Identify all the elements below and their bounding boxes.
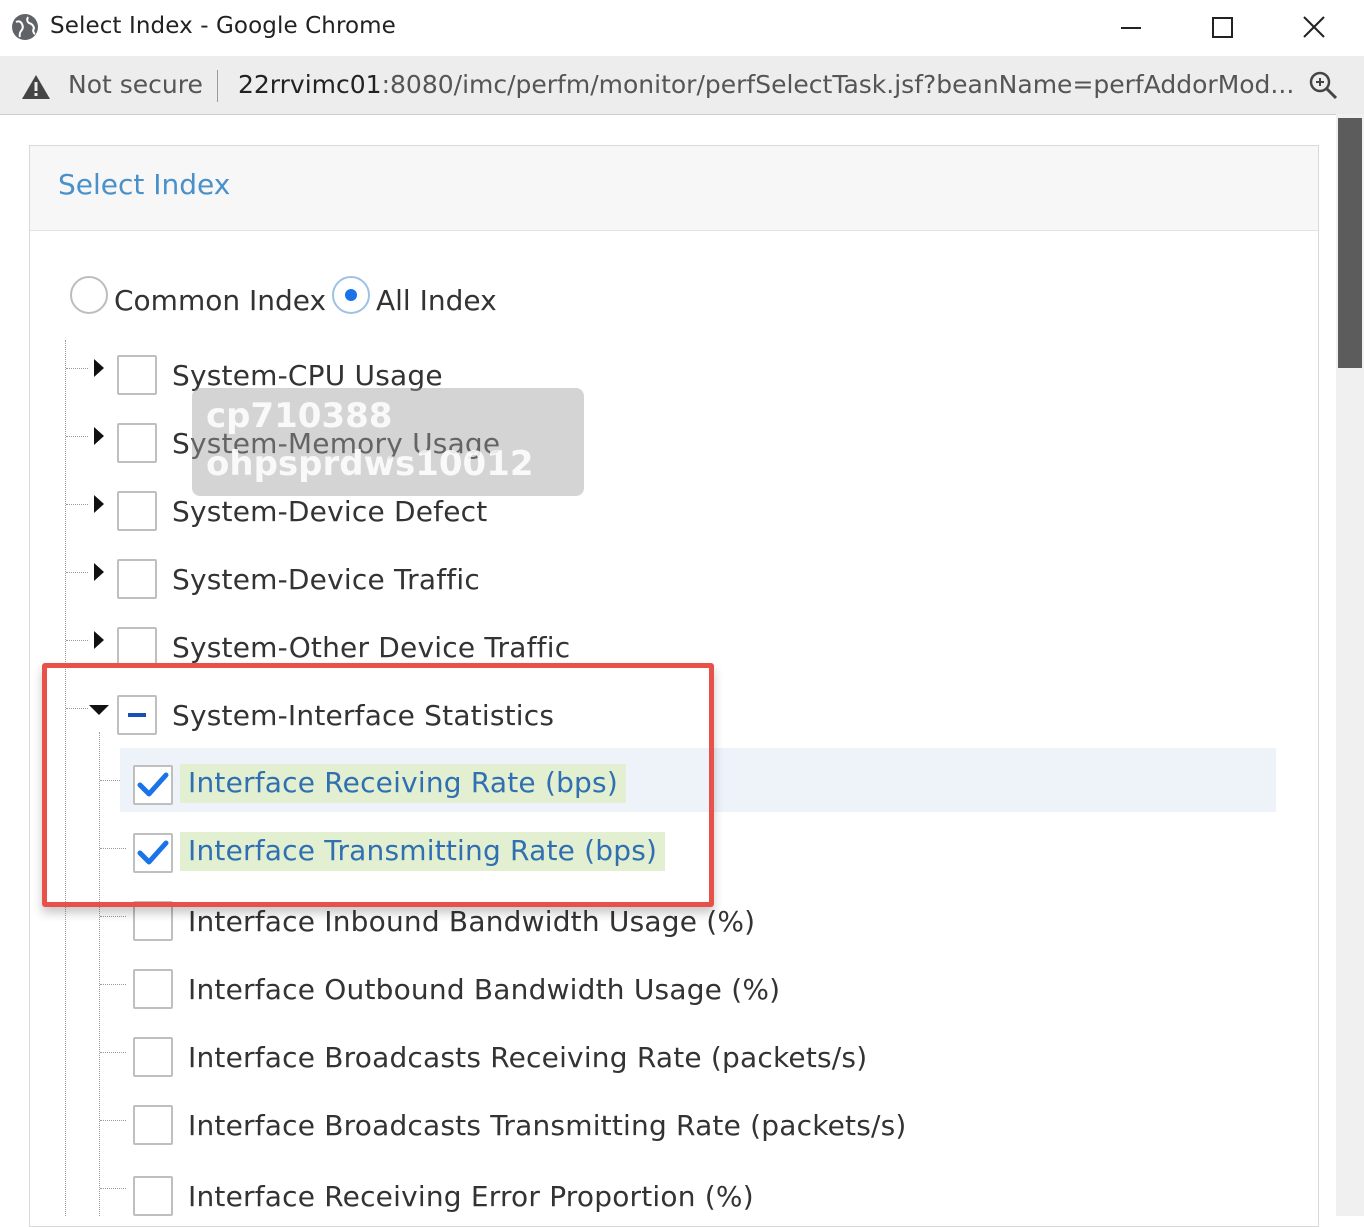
tree-checkbox[interactable]: [117, 627, 157, 667]
tree-node-system-device-traffic[interactable]: System-Device Traffic: [0, 554, 800, 602]
highlight-callout-box: [42, 663, 714, 907]
maximize-button[interactable]: [1202, 8, 1242, 48]
tree-child-label[interactable]: Interface Broadcasts Receiving Rate (pac…: [188, 1041, 867, 1074]
tree-child-label[interactable]: Interface Broadcasts Transmitting Rate (…: [188, 1109, 907, 1142]
warning-icon[interactable]: [20, 73, 52, 101]
url-host: 22rrvimc01: [238, 70, 382, 99]
tree-checkbox[interactable]: [133, 1037, 173, 1077]
tree-checkbox[interactable]: [133, 969, 173, 1009]
security-label[interactable]: Not secure: [68, 70, 203, 99]
zoom-icon[interactable]: [1306, 68, 1340, 102]
panel-header: Select Index: [30, 146, 1318, 231]
address-bar[interactable]: Not secure 22rrvimc01:8080/imc/perfm/mon…: [0, 56, 1364, 115]
tree-child-interface-broadcasts-receiving-rate[interactable]: Interface Broadcasts Receiving Rate (pac…: [0, 1032, 900, 1080]
minimize-button[interactable]: [1110, 8, 1150, 48]
watermark-overlay: cp710388 ohpsprdws10012: [192, 388, 584, 496]
tree-checkbox[interactable]: [117, 491, 157, 531]
common-index-label[interactable]: Common Index: [114, 284, 326, 317]
url-text[interactable]: 22rrvimc01:8080/imc/perfm/monitor/perfSe…: [238, 70, 1294, 99]
tree-checkbox[interactable]: [133, 901, 173, 941]
expand-arrow-icon[interactable]: [94, 563, 104, 581]
common-index-radio[interactable]: [70, 276, 108, 314]
expand-arrow-icon[interactable]: [94, 359, 104, 377]
all-index-radio[interactable]: [332, 276, 370, 314]
tree-node-label[interactable]: System-Other Device Traffic: [172, 631, 570, 664]
tree-child-interface-broadcasts-transmitting-rate[interactable]: Interface Broadcasts Transmitting Rate (…: [0, 1100, 906, 1148]
tree-child-interface-outbound-bandwidth-usage[interactable]: Interface Outbound Bandwidth Usage (%): [0, 964, 900, 1012]
tree-child-label[interactable]: Interface Outbound Bandwidth Usage (%): [188, 973, 780, 1006]
url-path: :8080/imc/perfm/monitor/perfSelectTask.j…: [381, 70, 1295, 99]
panel-title: Select Index: [58, 168, 231, 201]
tree-node-label[interactable]: System-Device Traffic: [172, 563, 480, 596]
all-index-label[interactable]: All Index: [376, 284, 497, 317]
tree-child-interface-receiving-error-proportion[interactable]: Interface Receiving Error Proportion (%): [0, 1168, 900, 1216]
title-bar: Select Index - Google Chrome: [0, 0, 1364, 57]
expand-arrow-icon[interactable]: [94, 427, 104, 445]
watermark-user: cp710388: [206, 396, 393, 436]
tree-checkbox[interactable]: [117, 559, 157, 599]
expand-arrow-icon[interactable]: [94, 631, 104, 649]
window-title: Select Index - Google Chrome: [50, 13, 396, 39]
tree-checkbox[interactable]: [133, 1105, 173, 1145]
expand-arrow-icon[interactable]: [94, 495, 104, 513]
tree-child-label[interactable]: Interface Inbound Bandwidth Usage (%): [188, 905, 755, 938]
close-button[interactable]: [1294, 8, 1334, 48]
tree-child-label[interactable]: Interface Receiving Error Proportion (%): [188, 1180, 754, 1213]
watermark-host: ohpsprdws10012: [206, 444, 534, 484]
tree-checkbox[interactable]: [117, 355, 157, 395]
tree-checkbox[interactable]: [117, 423, 157, 463]
tree-node-label[interactable]: System-Device Defect: [172, 495, 487, 528]
scrollbar-thumb[interactable]: [1338, 118, 1362, 368]
tree-checkbox[interactable]: [133, 1176, 173, 1216]
address-separator: [217, 70, 218, 102]
globe-icon: [12, 14, 38, 40]
